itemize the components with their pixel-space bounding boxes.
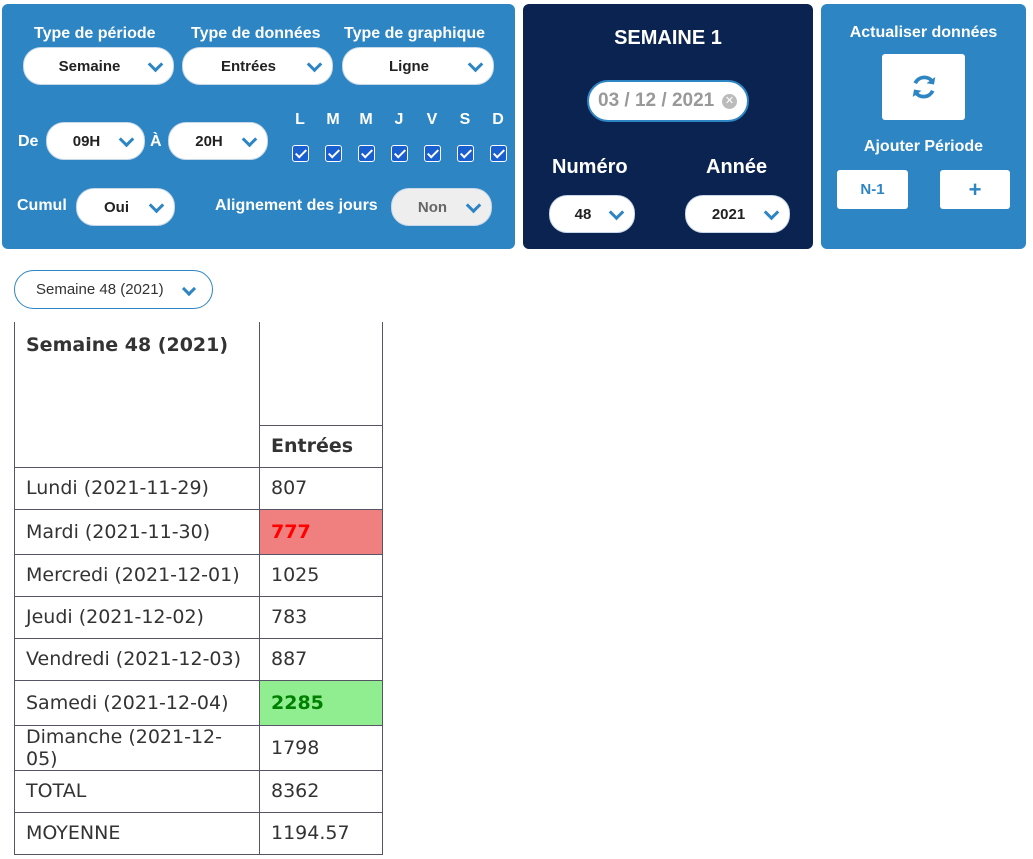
year-value: 2021 [711, 205, 746, 223]
table-row: Lundi (2021-11-29) 807 [14, 466, 383, 510]
chart-type-select[interactable]: Ligne [342, 47, 494, 85]
period-type-value: Semaine [58, 57, 121, 75]
n1-button[interactable]: N-1 [837, 170, 908, 209]
day-label-thu: J [394, 111, 404, 128]
refresh-button[interactable] [882, 54, 965, 120]
date-input[interactable]: 03 / 12 / 2021 ✕ [587, 80, 749, 122]
to-hour-select[interactable]: 20H [168, 122, 268, 160]
refresh-label: Actualiser données [849, 24, 998, 41]
chevron-down-icon [181, 281, 197, 297]
day-checkbox-thu[interactable] [391, 145, 408, 162]
day-label-tue: M [326, 111, 340, 128]
row-label: Mardi (2021-11-30) [14, 508, 260, 555]
row-label: Dimanche (2021-12-05) [14, 724, 260, 771]
chevron-down-icon [763, 204, 780, 221]
from-hour-select[interactable]: 09H [46, 122, 145, 160]
day-label-sun: D [492, 111, 504, 128]
from-label: De [18, 133, 39, 150]
row-value: 783 [259, 595, 383, 639]
period-type-label: Type de période [34, 25, 156, 42]
table-row: Jeudi (2021-12-02) 783 [14, 595, 383, 639]
week-number-value: 48 [574, 205, 592, 223]
table-title: Semaine 48 (2021) [14, 322, 260, 468]
day-label-fri: V [426, 111, 438, 128]
row-label: Mercredi (2021-12-01) [14, 553, 260, 597]
row-value: 1194.57 [259, 811, 383, 855]
chevron-down-icon [467, 56, 484, 73]
alignment-label: Alignement des jours [215, 197, 378, 214]
from-hour-value: 09H [72, 132, 101, 150]
period-select-value: Semaine 48 (2021) [36, 281, 164, 298]
table-row: Samedi (2021-12-04) 2285 [14, 679, 383, 726]
refresh-icon [912, 75, 935, 99]
year-label: Année [706, 156, 768, 178]
cumul-select[interactable]: Oui [76, 188, 175, 226]
day-checkbox-tue[interactable] [325, 145, 342, 162]
day-checkbox-mon[interactable] [292, 145, 309, 162]
row-value: 887 [259, 637, 383, 681]
table-row: Dimanche (2021-12-05) 1798 [14, 724, 383, 771]
data-table: Semaine 48 (2021) Entrées Lundi (2021-11… [14, 322, 383, 855]
table-row: Mardi (2021-11-30) 777 [14, 508, 383, 555]
week-number-select[interactable]: 48 [549, 195, 635, 233]
date-value: 03 / 12 / 2021 [598, 90, 715, 111]
alignment-value: Non [417, 198, 448, 216]
week-title: SEMAINE 1 [614, 27, 722, 49]
clear-icon[interactable]: ✕ [722, 94, 737, 109]
filters-panel: Type de période Semaine Type de données … [2, 4, 515, 249]
day-label-wed: M [359, 111, 373, 128]
table-row-total: TOTAL 8362 [14, 769, 383, 813]
table-row-average: MOYENNE 1194.57 [14, 811, 383, 855]
row-label: Lundi (2021-11-29) [14, 466, 260, 510]
row-value: 807 [259, 466, 383, 510]
cumul-label: Cumul [17, 197, 67, 214]
add-period-label: Ajouter Période [863, 138, 984, 155]
alignment-select[interactable]: Non [391, 188, 492, 226]
row-value-max: 2285 [259, 679, 383, 726]
table-header-spacer [259, 322, 383, 426]
to-hour-value: 20H [195, 132, 223, 150]
chevron-down-icon [118, 131, 135, 148]
period-type-select[interactable]: Semaine [23, 47, 174, 85]
chevron-down-icon [241, 131, 258, 148]
data-type-label: Type de données [191, 25, 321, 42]
week-panel: SEMAINE 1 03 / 12 / 2021 ✕ Numéro Année … [523, 4, 813, 249]
chart-type-label: Type de graphique [344, 25, 486, 42]
row-label: Vendredi (2021-12-03) [14, 637, 260, 681]
year-select[interactable]: 2021 [685, 195, 790, 233]
number-label: Numéro [552, 156, 628, 178]
column-header: Entrées [259, 424, 383, 468]
cumul-value: Oui [104, 198, 129, 216]
actions-panel: Actualiser données Ajouter Période N-1 + [821, 4, 1026, 249]
day-checkbox-sun[interactable] [490, 145, 507, 162]
chevron-down-icon [465, 197, 482, 214]
chevron-down-icon [148, 197, 165, 214]
row-label: TOTAL [14, 769, 260, 813]
table-row: Mercredi (2021-12-01) 1025 [14, 553, 383, 597]
day-checkbox-fri[interactable] [424, 145, 441, 162]
day-checkbox-sat[interactable] [457, 145, 474, 162]
row-value: 1798 [259, 724, 383, 771]
row-label: Jeudi (2021-12-02) [14, 595, 260, 639]
row-value: 1025 [259, 553, 383, 597]
row-value: 8362 [259, 769, 383, 813]
day-label-mon: L [295, 111, 305, 128]
to-label: À [150, 133, 162, 150]
row-label: Samedi (2021-12-04) [14, 679, 260, 726]
chart-type-value: Ligne [389, 57, 429, 75]
data-type-value: Entrées [220, 57, 277, 75]
chevron-down-icon [306, 56, 323, 73]
day-label-sat: S [459, 111, 471, 128]
table-row: Vendredi (2021-12-03) 887 [14, 637, 383, 681]
chevron-down-icon [608, 204, 625, 221]
period-select[interactable]: Semaine 48 (2021) [14, 270, 213, 309]
add-button[interactable]: + [940, 170, 1010, 209]
day-checkbox-wed[interactable] [358, 145, 375, 162]
data-type-select[interactable]: Entrées [182, 47, 333, 85]
chevron-down-icon [147, 56, 164, 73]
row-value-min: 777 [259, 508, 383, 555]
row-label: MOYENNE [14, 811, 260, 855]
